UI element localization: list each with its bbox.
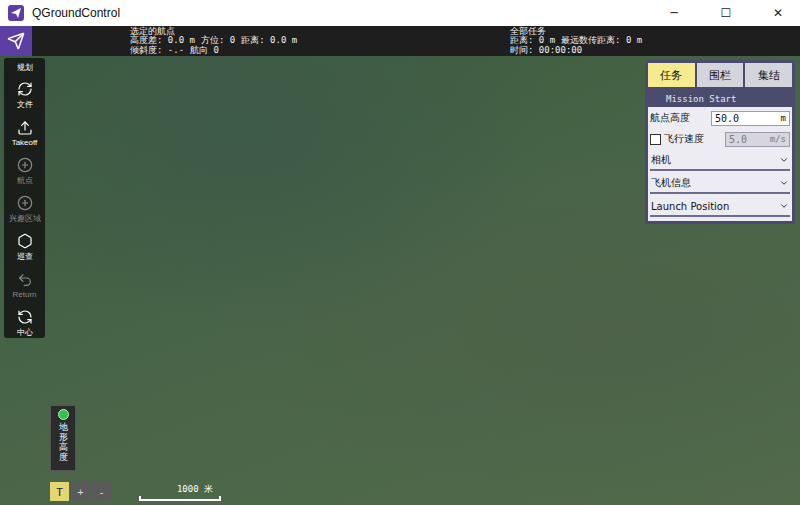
waypoint-row: 倾斜度: -.-航向 0 <box>130 46 430 56</box>
scale-label: 1000 米 <box>147 483 213 496</box>
field-input: 5.0m/s <box>725 132 790 147</box>
map-controls: T+- 1000 米 <box>50 482 221 501</box>
mission-start-header: Mission Start <box>648 91 792 107</box>
field-row: 飞行速度5.0m/s <box>650 130 790 148</box>
zoom-button[interactable]: T <box>50 482 69 501</box>
tool-icon <box>17 272 33 288</box>
section-row[interactable]: 飞机信息 <box>650 174 790 194</box>
app-logo-icon <box>8 5 24 21</box>
expand-icon <box>779 201 789 211</box>
plan-panel: 任务围栏集结 Mission Start 航点高度50.0m 飞行速度5.0m/s 相机… <box>645 60 795 224</box>
plan-menu-button[interactable] <box>0 26 32 56</box>
window-title: QGroundControl <box>32 6 644 20</box>
panel-tab[interactable]: 围栏 <box>697 63 744 87</box>
title-bar: QGroundControl ─ ☐ ✕ <box>0 0 800 26</box>
tool-icon <box>17 233 33 249</box>
totals-row: 距离: 0 m最远数传距离: 0 m <box>510 36 790 46</box>
scale-bar <box>139 496 221 501</box>
field-row: 航点高度50.0m <box>650 109 790 127</box>
terrain-status-dot <box>58 409 69 420</box>
tool-icon <box>17 120 33 136</box>
expand-icon <box>779 155 789 165</box>
waypoint-row: 高度差: 0.0 m方位: 0距离: 0.0 m <box>130 36 430 46</box>
terrain-widget[interactable]: 地形高度 <box>50 405 76 471</box>
plan-toolbar: 规划文件Takeoff航点兴趣区域巡查Return中心 <box>4 58 45 338</box>
tool-icon <box>17 81 33 97</box>
zoom-button[interactable]: - <box>92 482 111 501</box>
totals-row: 时间: 00:00:00 <box>510 46 790 56</box>
mission-settings: 航点高度50.0m 飞行速度5.0m/s 相机飞机信息 Launch Position <box>648 107 792 221</box>
satellite-map[interactable]: 规划文件Takeoff航点兴趣区域巡查Return中心 任务围栏集结 Mission… <box>0 56 800 505</box>
window-control[interactable]: ✕ <box>756 0 800 26</box>
tool-icon <box>17 195 33 211</box>
paper-plane-icon <box>7 32 25 50</box>
panel-tab[interactable]: 任务 <box>648 63 695 87</box>
totals-title: 全部任务 <box>510 27 790 37</box>
field-label: 飞行速度 <box>664 132 722 146</box>
toolbar-item[interactable]: 兴趣区域 <box>4 191 45 227</box>
qgc-window: QGroundControl ─ ☐ ✕ 选定的航点高度差: 0.0 m方位: 0距离:… <box>0 0 800 505</box>
map-scale: 1000 米 <box>139 483 221 501</box>
waypoint-info: 选定的航点高度差: 0.0 m方位: 0距离: 0.0 m倾斜度: -.-航向 … <box>130 26 430 56</box>
terrain-label: 地形高度 <box>59 423 68 463</box>
toolbar-item[interactable]: 中心 <box>4 305 45 341</box>
toolbar-item[interactable]: 航点 <box>4 153 45 189</box>
waypoint-title: 选定的航点 <box>130 27 430 37</box>
panel-tabs: 任务围栏集结 <box>648 63 792 87</box>
toolbar-item[interactable]: 文件 <box>4 77 45 113</box>
tool-icon <box>17 157 33 173</box>
field-label: 航点高度 <box>650 111 708 125</box>
toolbar-title: 规划 <box>17 62 33 73</box>
section-row[interactable]: 相机 <box>650 151 790 171</box>
window-control[interactable]: ☐ <box>704 0 748 26</box>
window-control[interactable]: ─ <box>652 0 696 26</box>
section-row[interactable]: Launch Position <box>650 197 790 217</box>
field-checkbox[interactable] <box>650 134 661 145</box>
toolbar-item[interactable]: Takeoff <box>4 115 45 151</box>
zoom-button[interactable]: + <box>71 482 90 501</box>
info-bar: 选定的航点高度差: 0.0 m方位: 0距离: 0.0 m倾斜度: -.-航向 … <box>0 26 800 56</box>
toolbar-item[interactable]: Return <box>4 267 45 303</box>
field-input[interactable]: 50.0m <box>711 111 790 126</box>
mission-totals: 全部任务距离: 0 m最远数传距离: 0 m时间: 00:00:00 <box>510 26 790 56</box>
tool-icon <box>17 309 33 325</box>
panel-tab[interactable]: 集结 <box>745 63 792 87</box>
toolbar-item[interactable]: 巡查 <box>4 229 45 265</box>
expand-icon <box>779 178 789 188</box>
